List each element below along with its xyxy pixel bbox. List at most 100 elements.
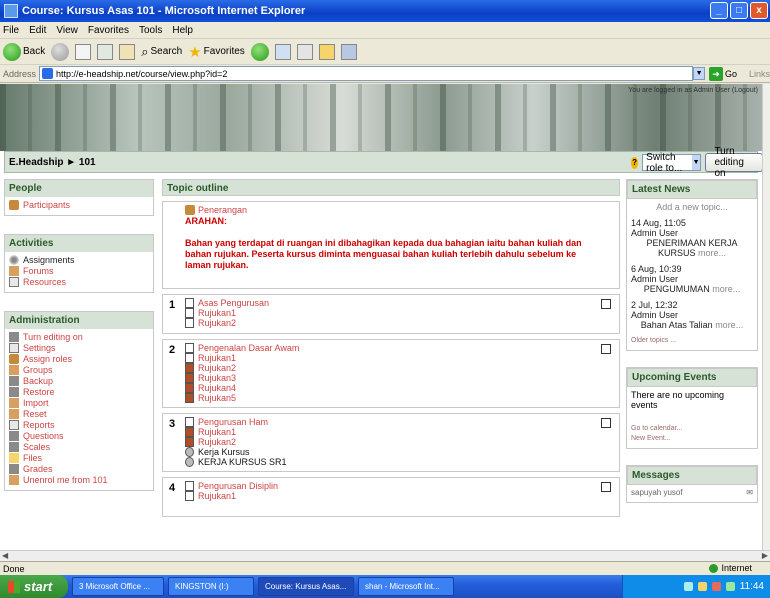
stop-icon[interactable] [75,43,92,60]
menu-tools[interactable]: Tools [139,25,162,36]
vertical-scrollbar[interactable] [762,84,770,550]
assignment-link[interactable]: Kerja Kursus [185,447,615,457]
admin-reset-link[interactable]: Reset [9,409,149,419]
forums-link[interactable]: Forums [9,266,149,276]
menu-view[interactable]: View [56,25,78,36]
scroll-left-icon[interactable]: ◀ [2,551,8,561]
resource-link[interactable]: Rujukan1 [185,427,615,437]
admin-scales-link[interactable]: Scales [9,442,149,452]
tray-icon[interactable] [711,582,721,591]
assignment-icon [185,457,194,467]
switch-role-value: Switch role to... [646,151,683,174]
search-button[interactable]: ⌕ Search [141,44,182,60]
messenger-icon[interactable] [340,43,357,60]
new-event-link[interactable]: New Event... [631,434,753,444]
section-checkbox[interactable] [601,418,611,428]
resource-link[interactable]: Rujukan1 [185,353,615,363]
home-icon[interactable] [119,43,136,60]
go-to-calendar-link[interactable]: Go to calendar... [631,424,753,434]
admin-files-link[interactable]: Files [9,453,149,463]
address-input[interactable]: http://e-headship.net/course/view.php?id… [39,66,694,81]
horizontal-scrollbar[interactable]: ◀ ▶ [0,550,770,561]
resources-link[interactable]: Resources [9,277,149,287]
resource-link[interactable]: Rujukan3 [185,373,615,383]
taskbar-item-office[interactable]: 3 Microsoft Office ... [72,577,164,596]
scroll-right-icon[interactable]: ▶ [762,551,768,561]
resource-link[interactable]: Rujukan1 [185,491,615,501]
page-icon [42,68,54,79]
news-item: 14 Aug, 11:05 Admin User PENERIMAAN KERJ… [631,218,738,258]
penerangan-link[interactable]: Penerangan [185,205,615,215]
taskbar-item-shan[interactable]: shan - Microsoft Int... [358,577,454,596]
right-column: Latest News Add a new topic... 14 Aug, 1… [626,179,758,511]
favorites-button[interactable]: ★ Favorites [188,43,245,61]
resource-link[interactable]: Rujukan2 [185,318,615,328]
menu-file[interactable]: File [3,25,19,36]
taskbar-item-course[interactable]: Course: Kursus Asas... [258,577,354,596]
upcoming-events-block: Upcoming Events There are no upcoming ev… [626,367,758,449]
admin-unenrol-link[interactable]: Unenrol me from 101 [9,475,149,485]
refresh-icon[interactable] [97,43,114,60]
minimize-button[interactable]: _ [710,2,728,19]
mail-icon[interactable] [274,43,291,60]
maximize-button[interactable]: □ [730,2,748,19]
menu-favorites[interactable]: Favorites [88,25,129,36]
assignment-link[interactable]: KERJA KURSUS SR1 [185,457,615,467]
section-checkbox[interactable] [601,299,611,309]
start-button[interactable]: start [0,575,68,598]
back-button[interactable]: Back [3,42,45,61]
resource-link[interactable]: Rujukan2 [185,363,615,373]
more-link[interactable]: more... [698,248,726,258]
forward-button[interactable] [51,42,70,61]
favorites-label: Favorites [203,46,245,57]
print-icon[interactable] [296,43,313,60]
older-topics-link[interactable]: Older topics ... [631,336,753,346]
admin-grades-link[interactable]: Grades [9,464,149,474]
go-button[interactable]: ➜ Go [708,66,737,81]
message-item[interactable]: sapuyah yusof ✉ [631,488,753,498]
more-link[interactable]: more... [712,284,740,294]
tray-icon[interactable] [725,582,735,591]
assignments-link[interactable]: Assignments [9,255,149,265]
close-button[interactable]: x [750,2,768,19]
menu-edit[interactable]: Edit [29,25,46,36]
resource-link[interactable]: Asas Pengurusan [185,298,615,308]
admin-assign-roles-link[interactable]: Assign roles [9,354,149,364]
tray-icon[interactable] [683,582,693,591]
resource-link[interactable]: Rujukan4 [185,383,615,393]
login-info[interactable]: You are logged in as Admin User (Logout) [628,87,758,94]
resource-link[interactable]: Pengurusan Ham [185,417,615,427]
turn-editing-on-button[interactable]: Turn editing on [705,146,762,179]
resource-link[interactable]: Rujukan1 [185,308,615,318]
folder-icon[interactable] [318,43,335,60]
admin-settings-link[interactable]: Settings [9,343,149,353]
section-checkbox[interactable] [601,344,611,354]
admin-restore-link[interactable]: Restore [9,387,149,397]
tray-icon[interactable] [697,582,707,591]
add-topic-link[interactable]: Add a new topic... [631,202,753,212]
more-link[interactable]: more... [715,320,743,330]
participants-link[interactable]: Participants [9,200,149,210]
breadcrumb[interactable]: E.Headship ► 101 [9,157,96,168]
address-dropdown-icon[interactable]: ▼ [693,67,705,80]
links-button[interactable]: Links [749,69,770,79]
admin-import-link[interactable]: Import [9,398,149,408]
menu-bar: File Edit View Favorites Tools Help [0,22,770,39]
menu-help[interactable]: Help [172,25,193,36]
resource-link[interactable]: Rujukan5 [185,393,615,403]
backup-icon [9,376,19,386]
resource-link[interactable]: Rujukan2 [185,437,615,447]
admin-questions-link[interactable]: Questions [9,431,149,441]
admin-reports-link[interactable]: Reports [9,420,149,430]
taskbar-item-kingston[interactable]: KINGSTON (I:) [168,577,254,596]
no-events-text: There are no upcoming events [631,390,725,410]
section-checkbox[interactable] [601,482,611,492]
history-icon[interactable] [250,42,269,61]
resource-link[interactable]: Pengurusan Disiplin [185,481,615,491]
admin-groups-link[interactable]: Groups [9,365,149,375]
admin-backup-link[interactable]: Backup [9,376,149,386]
resource-link[interactable]: Pengenalan Dasar Awam [185,343,615,353]
help-icon[interactable]: ? [631,156,639,169]
admin-turn-editing-link[interactable]: Turn editing on [9,332,149,342]
switch-role-select[interactable]: Switch role to... ▼ [642,151,702,174]
